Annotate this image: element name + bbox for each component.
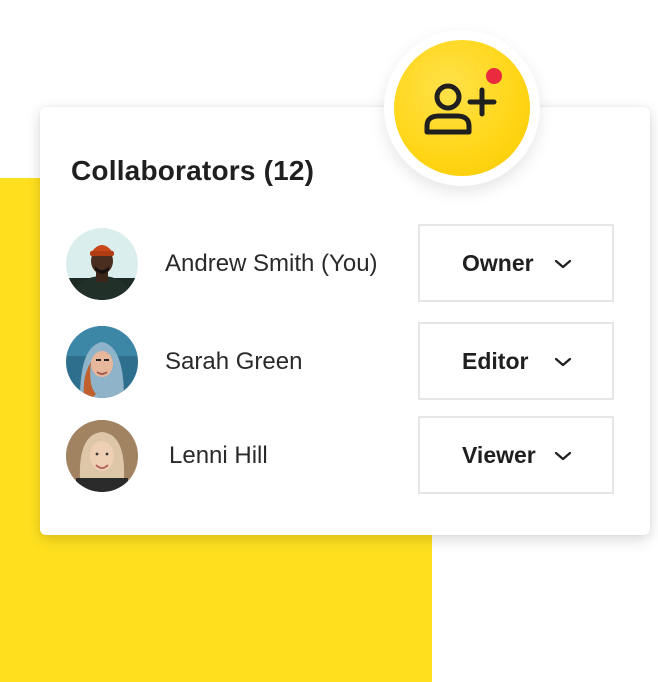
role-label: Viewer bbox=[462, 442, 536, 468]
avatar bbox=[66, 420, 138, 492]
collaborator-row: Andrew Smith (You) Owner bbox=[40, 224, 650, 302]
notification-dot bbox=[486, 68, 502, 84]
role-label: Owner bbox=[462, 250, 534, 276]
collaborator-row: Sarah Green Editor bbox=[40, 322, 650, 400]
collaborator-row: Lenni Hill Viewer bbox=[40, 416, 650, 494]
panel-title: Collaborators (12) bbox=[71, 155, 315, 186]
collaborator-name: Andrew Smith (You) bbox=[165, 250, 378, 277]
collaborator-name: Lenni Hill bbox=[169, 442, 268, 469]
avatar bbox=[66, 228, 138, 300]
chevron-down-icon bbox=[554, 355, 572, 369]
role-dropdown[interactable]: Editor bbox=[418, 322, 614, 400]
collaborators-card: Collaborators (12) Andrew Smith (You) Ow… bbox=[40, 107, 650, 535]
role-label: Editor bbox=[462, 348, 529, 374]
role-dropdown[interactable]: Owner bbox=[418, 224, 614, 302]
chevron-down-icon bbox=[554, 257, 572, 271]
add-collaborator-button[interactable] bbox=[394, 40, 530, 176]
avatar bbox=[66, 326, 138, 398]
role-dropdown[interactable]: Viewer bbox=[418, 416, 614, 494]
chevron-down-icon bbox=[554, 449, 572, 463]
stage: Collaborators (12) Andrew Smith (You) Ow… bbox=[0, 0, 658, 682]
collaborator-name: Sarah Green bbox=[165, 348, 303, 375]
